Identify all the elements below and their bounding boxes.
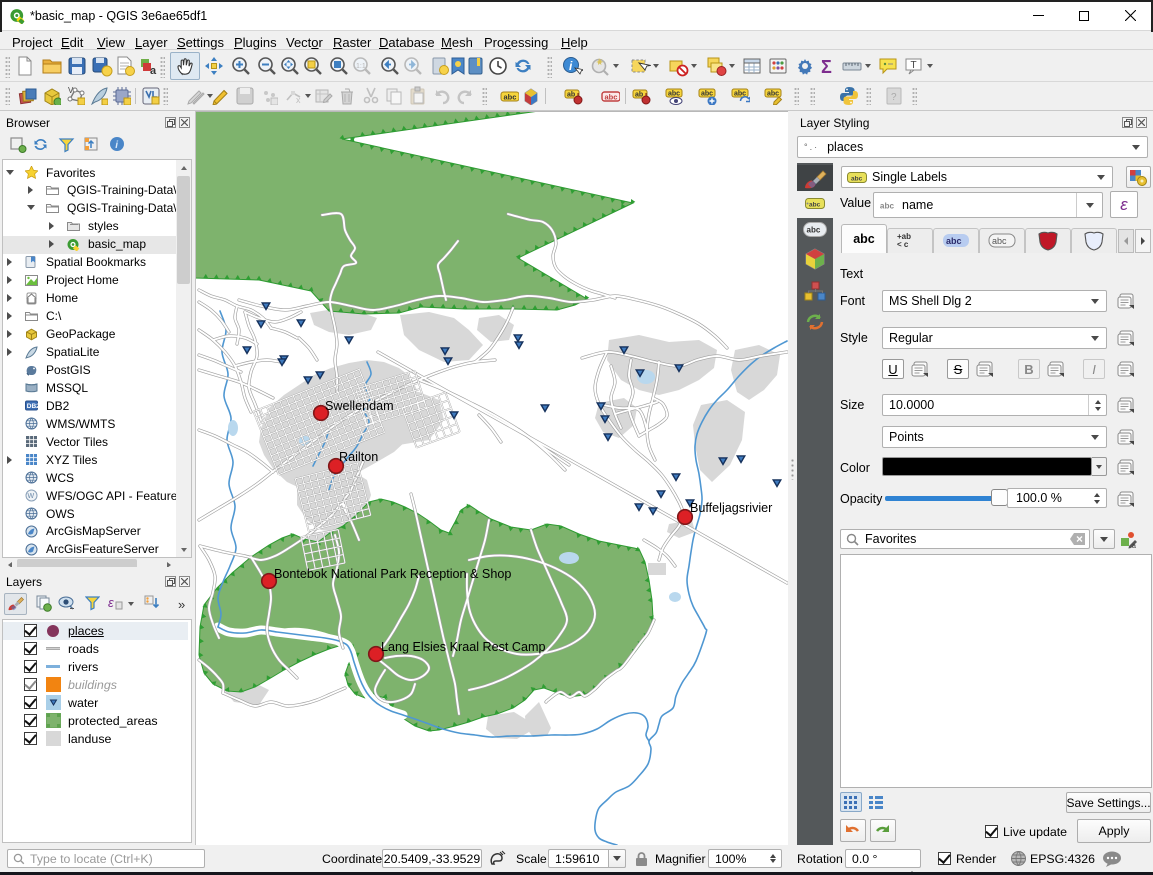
svg-text:T: T [911, 60, 917, 71]
svg-text:ab: ab [567, 92, 575, 99]
svg-text:ε: ε [108, 595, 114, 610]
svg-text:ab: ab [635, 92, 643, 99]
svg-text:abc: abc [880, 202, 895, 211]
svg-text:abc: abc [701, 91, 713, 98]
svg-text:W: W [28, 493, 35, 500]
svg-text:Swellendam: Swellendam [325, 399, 394, 413]
svg-text:Lang Elsies Kraal Rest Camp: Lang Elsies Kraal Rest Camp [381, 640, 546, 654]
svg-text:abc: abc [605, 93, 618, 102]
svg-text:abc: abc [807, 226, 821, 235]
svg-text:1:1: 1:1 [356, 63, 366, 70]
svg-text:< c: < c [897, 240, 909, 249]
svg-text:DB2: DB2 [27, 403, 38, 410]
svg-text:abc: abc [851, 175, 863, 182]
svg-text:a: a [150, 65, 157, 77]
svg-text:Railton: Railton [339, 450, 378, 464]
svg-text:a: a [1132, 543, 1136, 549]
svg-text:abc: abc [946, 236, 962, 246]
svg-text:i: i [115, 140, 118, 151]
svg-text:Σ: Σ [821, 57, 832, 77]
svg-text:abc: abc [992, 236, 1007, 246]
svg-text:abc: abc [809, 202, 821, 209]
svg-text:x: x [296, 95, 301, 105]
svg-text:?: ? [891, 92, 897, 103]
svg-text:abc: abc [767, 91, 779, 98]
svg-text:Bontebok National Park Recepti: Bontebok National Park Reception & Shop [274, 567, 511, 581]
svg-text:abc: abc [504, 93, 517, 102]
svg-text:Buffeljagsrivier: Buffeljagsrivier [690, 501, 772, 515]
svg-text:abc: abc [668, 91, 680, 98]
svg-text:V: V [68, 86, 74, 95]
